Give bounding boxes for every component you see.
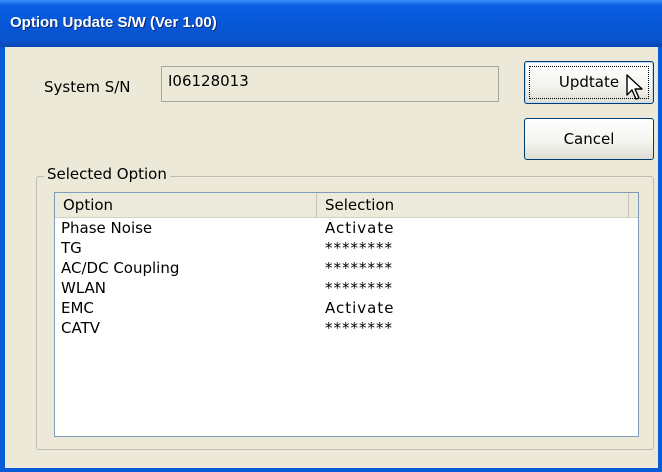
option-selection: ******** [325, 239, 393, 257]
option-name: AC/DC Coupling [61, 259, 180, 277]
option-selection: ******** [325, 259, 393, 277]
list-row[interactable]: EMC Activate [55, 298, 638, 318]
column-header-filler [629, 193, 638, 217]
window-title: Option Update S/W (Ver 1.00) [10, 14, 217, 31]
option-name: EMC [61, 299, 94, 317]
group-label: Selected Option [44, 165, 170, 183]
list-header: Option Selection [55, 193, 638, 218]
cancel-button[interactable]: Cancel [524, 118, 654, 160]
dialog-window: Option Update S/W (Ver 1.00) System S/N … [0, 0, 662, 472]
option-name: Phase Noise [61, 219, 153, 237]
serial-number-value: I06128013 [168, 72, 249, 90]
option-selection: Activate [325, 219, 395, 237]
option-list[interactable]: Option Selection Phase Noise Activate TG… [54, 192, 639, 437]
serial-number-label: System S/N [44, 78, 131, 96]
column-header-selection[interactable]: Selection [317, 193, 629, 217]
list-row[interactable]: Phase Noise Activate [55, 218, 638, 238]
list-rows: Phase Noise Activate TG ******** AC/DC C… [55, 218, 638, 338]
serial-number-field: I06128013 [161, 66, 499, 102]
mouse-cursor-icon [626, 74, 643, 100]
option-name: WLAN [61, 279, 107, 297]
cancel-button-label: Cancel [563, 130, 615, 148]
option-name: TG [61, 239, 82, 257]
option-name: CATV [61, 319, 100, 337]
list-row[interactable]: WLAN ******** [55, 278, 638, 298]
column-header-option[interactable]: Option [55, 193, 317, 217]
option-selection: ******** [325, 279, 393, 297]
title-bar[interactable]: Option Update S/W (Ver 1.00) [0, 0, 662, 47]
option-selection: ******** [325, 319, 393, 337]
list-row[interactable]: TG ******** [55, 238, 638, 258]
list-row[interactable]: CATV ******** [55, 318, 638, 338]
option-selection: Activate [325, 299, 395, 317]
list-row[interactable]: AC/DC Coupling ******** [55, 258, 638, 278]
